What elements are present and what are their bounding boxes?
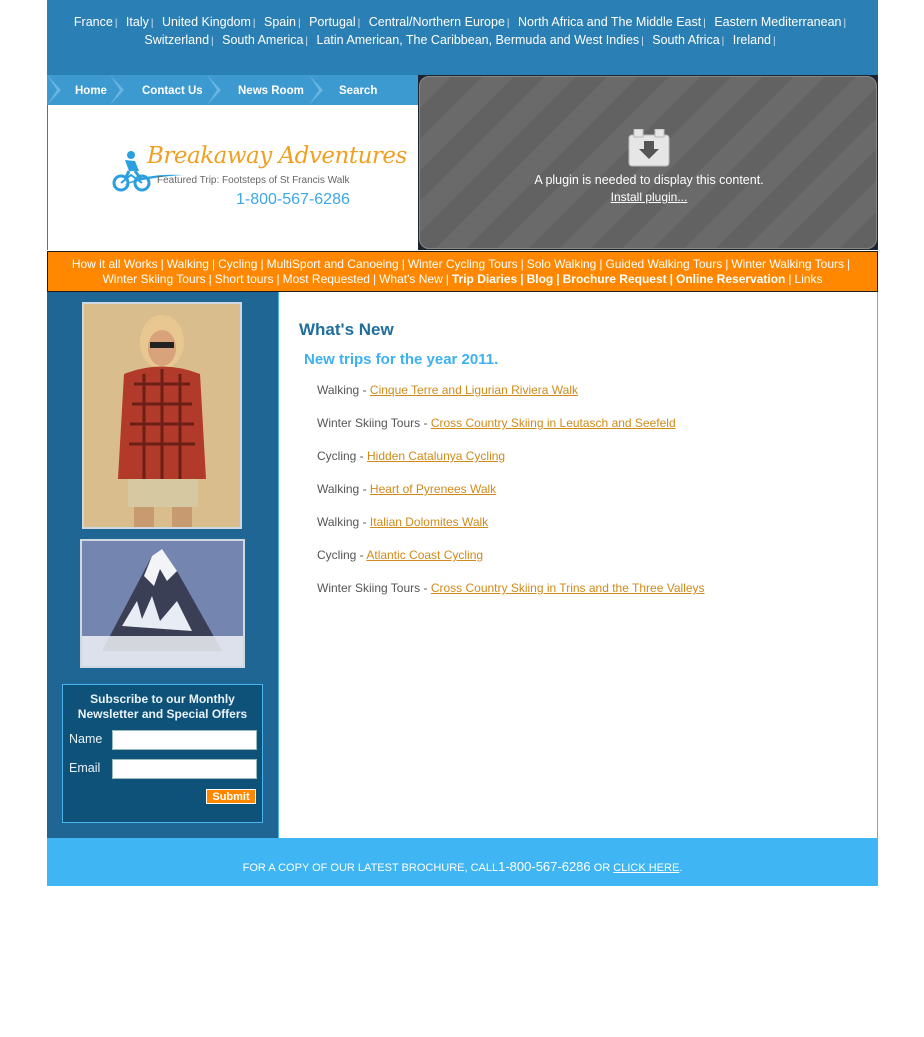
category-row-1: How it all Works | Walking | Cycling | MultiSp… [71,257,851,271]
main-content: What's New New trips for the year 2011. … [278,292,878,838]
email-input[interactable] [112,759,257,779]
trip-item: Walking - Italian Dolomites Walk [317,515,489,529]
nav-news-room[interactable]: News Room [238,75,304,105]
category-how-it-works[interactable]: How it all Works [72,257,158,271]
region-link-spain[interactable]: Spain [264,15,296,29]
name-input[interactable] [112,730,257,750]
category-winter-walking[interactable]: Winter Walking Tours [731,257,844,271]
trip-item: Winter Skiing Tours - Cross Country Skii… [317,416,676,430]
footer-bar: FOR A COPY OF OUR LATEST BROCHURE, CALL1… [47,838,878,886]
install-plugin-link[interactable]: Install plugin... [420,190,878,204]
category-whats-new[interactable]: What's New [379,272,443,286]
region-link-italy[interactable]: Italy [126,15,149,29]
region-link-france[interactable]: France [74,15,113,29]
download-icon [628,129,670,167]
trip-item: Walking - Heart of Pyrenees Walk [317,482,497,496]
trip-item: Winter Skiing Tours - Cross Country Skii… [317,581,705,595]
region-link-south-america[interactable]: South America [222,33,303,47]
hiker-photo [82,302,242,529]
trip-item: Cycling - Atlantic Coast Cycling [317,548,484,562]
category-cycling[interactable]: Cycling [218,257,257,271]
trip-item: Walking - Cinque Terre and Ligurian Rivi… [317,383,579,397]
category-most-requested[interactable]: Most Requested [283,272,370,286]
trip-link[interactable]: Atlantic Coast Cycling [366,548,483,562]
category-multisport[interactable]: MultiSport and Canoeing [267,257,399,271]
region-link-united-kingdom[interactable]: United Kingdom [162,15,251,29]
trip-item: Cycling - Hidden Catalunya Cycling [317,449,506,463]
footer-middle: OR [590,862,614,874]
region-link-switzerland[interactable]: Switzerland [144,33,209,47]
trip-link[interactable]: Italian Dolomites Walk [370,515,488,529]
region-link-latin-america[interactable]: Latin American, The Caribbean, Bermuda a… [317,33,640,47]
logo-phone: 1-800-567-6286 [236,191,350,208]
footer-suffix: . [679,862,683,874]
region-link-central-northern-europe[interactable]: Central/Northern Europe [369,15,505,29]
trip-link[interactable]: Cross Country Skiing in Leutasch and See… [431,416,676,430]
footer-phone: 1-800-567-6286 [498,859,591,874]
region-row-2: Switzerland | South America | Latin Americ… [144,33,776,47]
region-link-north-africa[interactable]: North Africa and The Middle East [518,15,701,29]
plugin-placeholder: A plugin is needed to display this conte… [418,75,878,250]
category-row-2: Winter Skiing Tours | Short tours | Most Req… [102,272,823,286]
category-winter-skiing[interactable]: Winter Skiing Tours [102,272,205,286]
region-links: France | Italy | United Kingdom | Spain | Po… [47,14,878,50]
logo-panel: Breakaway Adventures Featured Trip: Foot… [47,105,418,250]
trip-link[interactable]: Hidden Catalunya Cycling [367,449,505,463]
category-short-tours[interactable]: Short tours [215,272,274,286]
name-label: Name [69,732,103,746]
sidebar: Subscribe to our Monthly Newsletter and … [47,292,278,838]
footer-prefix: FOR A COPY OF OUR LATEST BROCHURE, CALL [242,862,499,874]
category-online-reservation[interactable]: Online Reservation [676,272,785,286]
newsletter-box: Subscribe to our Monthly Newsletter and … [62,684,263,823]
page-title: What's New [299,320,394,339]
region-link-ireland[interactable]: Ireland [733,33,771,47]
category-brochure-request[interactable]: Brochure Request [563,272,667,286]
nav-home[interactable]: Home [75,75,107,105]
click-here-link[interactable]: CLICK HERE [613,862,679,874]
mountain-photo [80,539,245,668]
category-blog[interactable]: Blog [527,272,554,286]
category-links[interactable]: Links [795,272,823,286]
page-subtitle: New trips for the year 2011. [304,351,499,368]
newsletter-title: Subscribe to our Monthly Newsletter and … [77,692,248,721]
category-guided-walking[interactable]: Guided Walking Tours [605,257,722,271]
main-nav: Home Contact Us News Room Search [47,75,418,105]
region-link-south-africa[interactable]: South Africa [652,33,719,47]
submit-button[interactable]: Submit [206,789,256,804]
category-solo-walking[interactable]: Solo Walking [527,257,597,271]
region-row-1: France | Italy | United Kingdom | Spain | Po… [73,15,847,29]
nav-search[interactable]: Search [339,75,377,105]
nav-contact-us[interactable]: Contact Us [142,75,203,105]
category-trip-diaries[interactable]: Trip Diaries [452,272,517,286]
plugin-message: A plugin is needed to display this conte… [534,173,764,187]
region-header: France | Italy | United Kingdom | Spain | Po… [47,0,878,75]
trip-link[interactable]: Cross Country Skiing in Trins and the Th… [431,581,705,595]
trip-link[interactable]: Cinque Terre and Ligurian Riviera Walk [370,383,578,397]
region-link-eastern-mediterranean[interactable]: Eastern Mediterranean [714,15,841,29]
email-label: Email [69,761,101,775]
region-link-portugal[interactable]: Portugal [309,15,356,29]
category-nav: How it all Works | Walking | Cycling | MultiSp… [47,251,878,292]
featured-trip: Featured Trip: Footsteps of St Francis W… [157,175,350,186]
logo-title: Breakaway Adventures [147,143,407,169]
trip-link[interactable]: Heart of Pyrenees Walk [370,482,496,496]
category-walking[interactable]: Walking [167,257,209,271]
category-winter-cycling[interactable]: Winter Cycling Tours [408,257,518,271]
